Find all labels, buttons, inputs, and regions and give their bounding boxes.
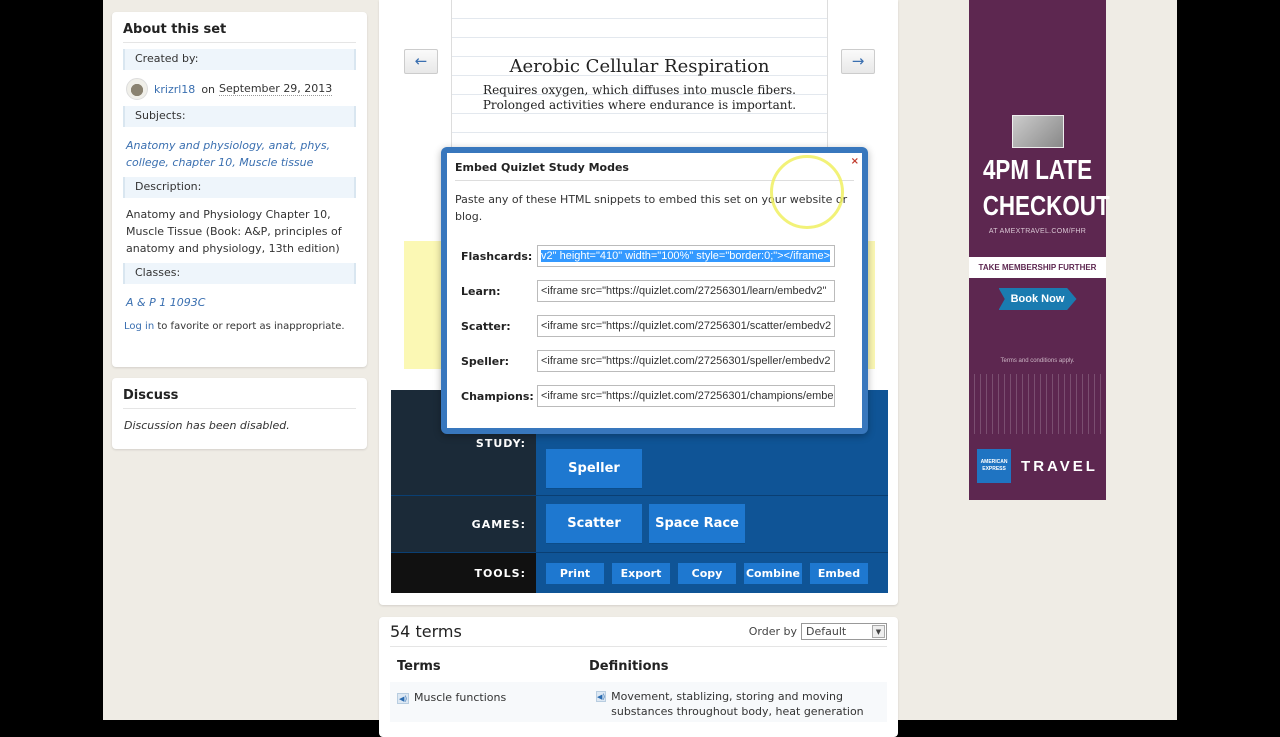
games-label: GAMES: — [391, 496, 536, 552]
order-value: Default — [806, 625, 847, 638]
prev-card-button[interactable]: ← — [404, 49, 438, 74]
order-select[interactable]: Default ▼ — [801, 623, 887, 640]
champions-label: Champions: — [461, 389, 534, 403]
chevron-down-icon: ▼ — [872, 625, 885, 638]
discuss-panel: Discuss Discussion has been disabled. — [112, 378, 367, 449]
book-now-button[interactable]: Book Now — [998, 288, 1077, 310]
subjects-label: Subjects: — [123, 106, 356, 127]
cursor-highlight — [770, 155, 844, 229]
speller-button[interactable]: Speller — [546, 449, 642, 489]
author-link[interactable]: krizrl18 — [154, 83, 195, 96]
description-label: Description: — [123, 177, 356, 198]
login-link[interactable]: Log in — [124, 321, 154, 332]
order-label: Order by — [748, 625, 797, 638]
about-title: About this set — [123, 22, 356, 43]
definition-text: Movement, stablizing, storing and moving… — [611, 690, 864, 718]
speller-label: Speller: — [461, 354, 510, 368]
champions-embed-input[interactable]: <iframe src="https://quizlet.com/2725630… — [537, 385, 835, 407]
subject-link[interactable]: Anatomy and physiology — [126, 139, 262, 152]
print-button[interactable]: Print — [546, 562, 604, 584]
ad-headline: 4PM LATE CHECKOUT — [982, 154, 1110, 221]
created-by-label: Created by: — [123, 49, 356, 70]
created-date: September 29, 2013 — [219, 82, 333, 96]
tools-label: TOOLS: — [391, 553, 536, 593]
speller-embed-input[interactable]: <iframe src="https://quizlet.com/2725630… — [537, 350, 835, 372]
flashcards-embed-input[interactable]: v2" height="410" width="100%" style="bor… — [537, 245, 835, 267]
on-text: on — [201, 82, 216, 96]
learn-embed-input[interactable]: <iframe src="https://quizlet.com/2725630… — [537, 280, 835, 302]
space-race-button[interactable]: Space Race — [649, 504, 745, 544]
card-image — [1011, 115, 1064, 148]
combine-button[interactable]: Combine — [744, 562, 802, 584]
class-link[interactable]: A & P 1 1093C — [126, 296, 205, 309]
ad-brand: TRAVEL — [1021, 457, 1098, 475]
flashcards-label: Flashcards: — [461, 249, 533, 263]
table-row: ◀) Muscle functions ◀) Movement, stablizin… — [390, 682, 887, 722]
export-button[interactable]: Export — [612, 562, 670, 584]
ad-graphic — [969, 374, 1106, 434]
discuss-text: Discussion has been disabled. — [124, 419, 290, 432]
amex-logo: AMERICAN EXPRESS — [977, 449, 1012, 483]
scatter-label: Scatter: — [461, 319, 511, 333]
terms-header: Terms — [397, 659, 441, 674]
selected-text: v2" height="410" width="100%" style="bor… — [541, 250, 831, 262]
classes-label: Classes: — [123, 263, 356, 284]
subject-link[interactable]: college — [126, 156, 165, 169]
flashcard-term: Aerobic Cellular Respiration — [509, 56, 770, 77]
learn-label: Learn: — [461, 284, 501, 298]
discuss-title: Discuss — [123, 388, 356, 409]
flashcard-definition: Requires oxygen, which diffuses into mus… — [452, 83, 827, 113]
description-text: Anatomy and Physiology Chapter 10, Muscl… — [126, 208, 342, 255]
subject-link[interactable]: phys — [300, 139, 326, 152]
ad-tagline: TAKE MEMBERSHIP FURTHER — [969, 257, 1106, 278]
ad-terms: Terms and conditions apply. — [1000, 358, 1075, 364]
term-text: Muscle functions — [414, 691, 507, 704]
about-set-panel: About this set Created by: krizrl18 on S… — [112, 12, 367, 367]
speaker-icon[interactable]: ◀) — [596, 691, 607, 702]
next-card-button[interactable]: → — [841, 49, 875, 74]
speaker-icon[interactable]: ◀) — [397, 692, 409, 704]
definition-line: Requires oxygen, which diffuses into mus… — [483, 83, 796, 97]
ad-url: AT AMEXTRAVEL.COM/FHR — [988, 228, 1087, 235]
flashcard[interactable]: Aerobic Cellular Respiration Requires ox… — [451, 0, 828, 150]
subject-link[interactable]: Muscle tissue — [239, 156, 313, 169]
close-icon[interactable]: × — [851, 156, 859, 167]
subject-link[interactable]: chapter 10 — [172, 156, 232, 169]
avatar[interactable] — [126, 78, 148, 100]
subjects-list: Anatomy and physiology, anat, phys, coll… — [126, 139, 331, 169]
login-hint: to favorite or report as inappropriate. — [157, 321, 345, 332]
embed-button[interactable]: Embed — [810, 562, 868, 584]
scatter-button[interactable]: Scatter — [546, 504, 642, 544]
definition-line: Prolonged activities where endurance is … — [482, 98, 797, 112]
subject-link[interactable]: anat — [269, 139, 294, 152]
scatter-embed-input[interactable]: <iframe src="https://quizlet.com/2725630… — [537, 315, 835, 337]
definitions-header: Definitions — [589, 659, 669, 674]
advertisement[interactable]: 4PM LATE CHECKOUT AT AMEXTRAVEL.COM/FHR T… — [969, 0, 1110, 500]
terms-panel: 54 terms Order by Default ▼ Terms Definiti… — [379, 617, 898, 737]
copy-button[interactable]: Copy — [678, 562, 736, 584]
terms-count: 54 terms — [390, 622, 462, 641]
